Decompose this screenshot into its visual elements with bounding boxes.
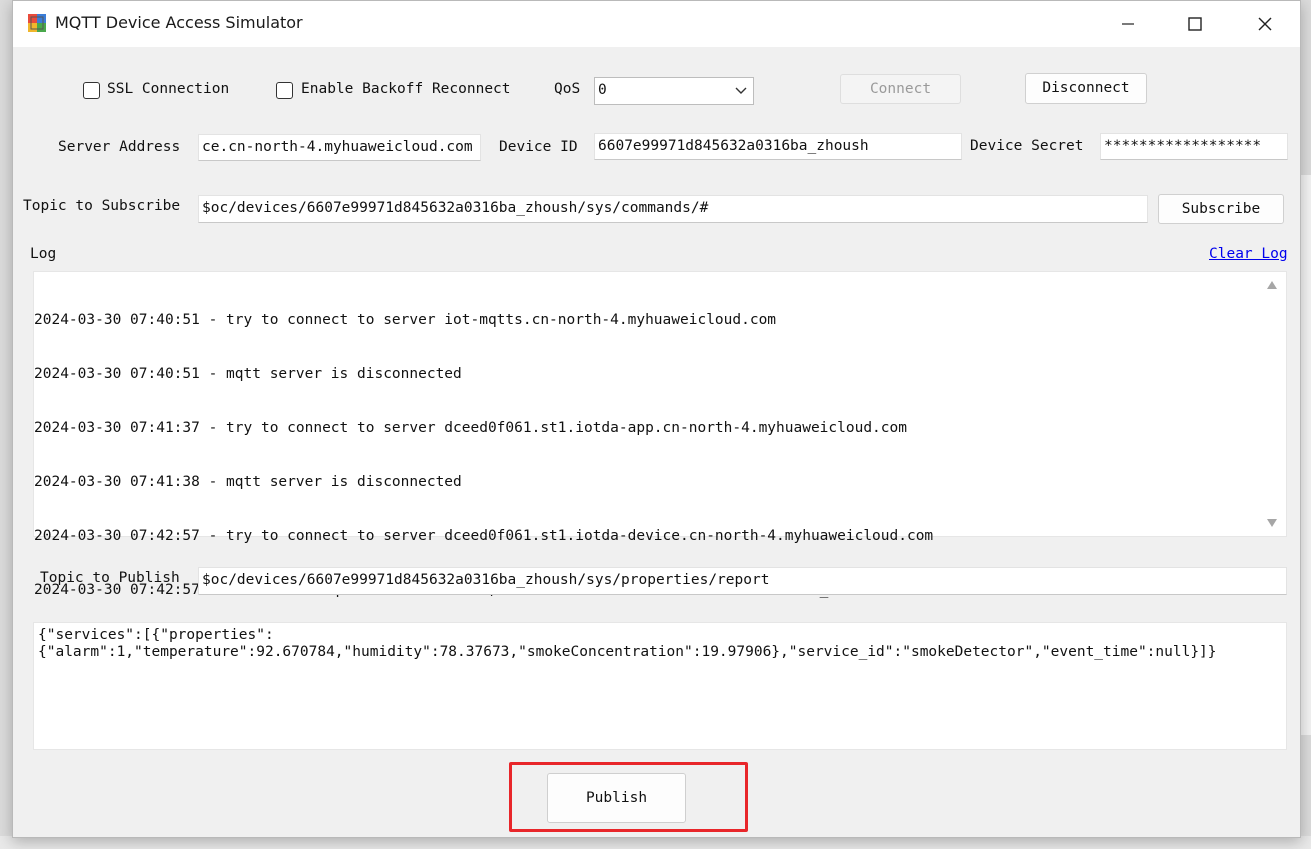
- clear-log-link[interactable]: Clear Log: [1209, 246, 1288, 262]
- minimize-button[interactable]: [1094, 1, 1162, 47]
- app-icon: [28, 14, 46, 32]
- server-address-input[interactable]: ce.cn-north-4.myhuaweicloud.com: [198, 134, 481, 161]
- subscribe-topic-input[interactable]: $oc/devices/6607e99971d845632a0316ba_zho…: [198, 195, 1148, 223]
- chevron-down-icon: [735, 87, 747, 94]
- scroll-down-icon[interactable]: [1266, 518, 1278, 528]
- title-bar: MQTT Device Access Simulator: [13, 1, 1300, 47]
- publish-topic-input[interactable]: $oc/devices/6607e99971d845632a0316ba_zho…: [198, 567, 1287, 595]
- log-label: Log: [30, 246, 57, 262]
- log-textarea[interactable]: 2024-03-30 07:40:51 - try to connect to …: [33, 271, 1287, 598]
- minimize-icon: [1122, 23, 1134, 25]
- log-line: 2024-03-30 07:42:57 - try to connect to …: [34, 528, 934, 544]
- connect-button[interactable]: Connect: [840, 74, 961, 104]
- qos-value: 0: [598, 82, 607, 98]
- app-window: MQTT Device Access Simulator SSL Connect…: [12, 0, 1301, 838]
- backoff-label: Enable Backoff Reconnect: [301, 81, 511, 97]
- qos-select[interactable]: 0: [594, 77, 754, 105]
- payload-textarea[interactable]: {"services":[{"properties": {"alarm":1,"…: [33, 622, 1287, 750]
- log-line: 2024-03-30 07:41:37 - try to connect to …: [34, 420, 907, 436]
- log-scrollbar[interactable]: [1258, 272, 1286, 536]
- subscribe-topic-label: Topic to Subscribe: [23, 198, 181, 214]
- backoff-checkbox[interactable]: [276, 82, 293, 99]
- maximize-button[interactable]: [1161, 1, 1229, 47]
- log-line: 2024-03-30 07:40:51 - mqtt server is dis…: [34, 366, 462, 382]
- log-line: 2024-03-30 07:41:38 - mqtt server is dis…: [34, 474, 462, 490]
- window-title: MQTT Device Access Simulator: [55, 13, 303, 32]
- close-button[interactable]: [1231, 1, 1299, 47]
- device-secret-input[interactable]: ******************: [1100, 133, 1288, 160]
- device-secret-label: Device Secret: [970, 138, 1084, 154]
- disconnect-button[interactable]: Disconnect: [1025, 73, 1147, 104]
- publish-button[interactable]: Publish: [547, 773, 686, 823]
- log-line: 2024-03-30 07:40:51 - try to connect to …: [34, 312, 777, 328]
- ssl-label: SSL Connection: [107, 81, 230, 97]
- server-address-label: Server Address: [58, 139, 181, 155]
- subscribe-button[interactable]: Subscribe: [1158, 194, 1284, 224]
- scroll-up-icon[interactable]: [1266, 280, 1278, 290]
- device-id-label: Device ID: [499, 139, 578, 155]
- device-id-input[interactable]: 6607e99971d845632a0316ba_zhoush: [594, 133, 962, 160]
- maximize-icon: [1188, 17, 1202, 31]
- close-icon: [1258, 17, 1272, 31]
- qos-label: QoS: [554, 81, 581, 97]
- ssl-checkbox[interactable]: [83, 82, 100, 99]
- publish-topic-label: Topic to Publish: [40, 570, 180, 586]
